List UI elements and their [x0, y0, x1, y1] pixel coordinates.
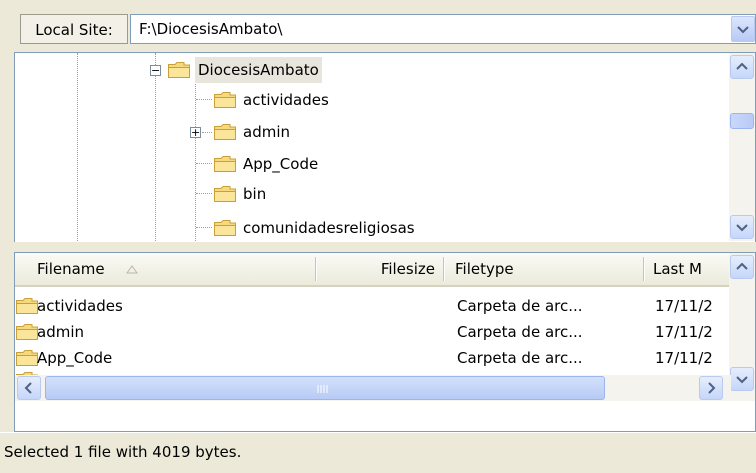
tree-scroll-thumb[interactable]	[730, 113, 754, 129]
local-site-bar: Local Site: F:\DiocesisAmbato\	[0, 0, 756, 52]
scroll-right-button[interactable]	[699, 376, 723, 400]
local-path-combobox[interactable]: F:\DiocesisAmbato\	[130, 14, 756, 44]
row-filetype: Carpeta de arc...	[457, 323, 583, 341]
row-filename: admin	[37, 323, 84, 341]
scroll-up-button[interactable]	[730, 255, 754, 279]
column-last-modified[interactable]: Last M	[653, 253, 731, 285]
tree-vertical-scrollbar[interactable]	[729, 53, 755, 241]
scroll-down-icon	[736, 376, 748, 384]
scroll-down-button[interactable]	[730, 367, 754, 391]
list-row[interactable]: admin Carpeta de arc... 17/11/2	[15, 319, 731, 345]
grip-icon	[317, 385, 328, 393]
folder-icon	[15, 297, 39, 315]
column-filename[interactable]: Filename	[37, 253, 139, 285]
dropdown-arrow-icon	[737, 26, 749, 34]
scroll-left-button[interactable]	[17, 376, 41, 400]
row-filename: App_Code	[37, 349, 113, 367]
pane-splitter[interactable]	[0, 242, 756, 252]
folder-icon	[213, 155, 237, 173]
file-list-header: Filename Filesize Filetype Last M	[15, 253, 755, 287]
collapse-icon[interactable]: −	[150, 65, 161, 76]
local-site-label: Local Site:	[20, 14, 128, 44]
row-last-modified: 17/11/2	[655, 297, 713, 315]
status-text: Selected 1 file with 4019 bytes.	[4, 443, 242, 461]
row-filetype: Carpeta de arc...	[457, 297, 583, 315]
local-folder-tree[interactable]: − DiocesisAmbato actividades + admin App…	[14, 52, 756, 242]
tree-item-label: bin	[243, 185, 267, 203]
local-path-value: F:\DiocesisAmbato\	[139, 20, 283, 38]
folder-icon	[15, 349, 39, 367]
folder-icon	[213, 123, 237, 141]
status-bar: Selected 1 file with 4019 bytes.	[0, 432, 756, 473]
list-row[interactable]: actividades Carpeta de arc... 17/11/2	[15, 293, 731, 319]
tree-item-app-code[interactable]: App_Code	[213, 151, 413, 177]
local-file-list[interactable]: Filename Filesize Filetype Last M activi…	[14, 252, 756, 432]
folder-icon	[213, 91, 237, 109]
tree-item-label: DiocesisAmbato	[195, 57, 322, 83]
scroll-right-icon	[708, 382, 716, 394]
column-label: Filename	[37, 260, 105, 278]
folder-icon	[167, 61, 191, 79]
column-label: Filetype	[455, 260, 514, 278]
scroll-up-icon	[736, 62, 748, 70]
row-last-modified: 17/11/2	[655, 323, 713, 341]
tree-item-label: admin	[243, 123, 290, 141]
list-vertical-scrollbar[interactable]	[729, 253, 755, 401]
tree-item-label: comunidadesreligiosas	[243, 219, 415, 237]
list-horizontal-scrollbar[interactable]	[15, 375, 731, 401]
folder-icon	[15, 323, 39, 341]
scroll-up-icon	[736, 262, 748, 270]
column-label: Filesize	[380, 260, 435, 278]
row-filename: actividades	[37, 297, 123, 315]
scroll-down-icon	[736, 224, 748, 232]
path-dropdown-button[interactable]	[731, 16, 755, 42]
scroll-down-button[interactable]	[730, 215, 754, 239]
scroll-left-icon	[24, 382, 32, 394]
row-filetype: Carpeta de arc...	[457, 349, 583, 367]
tree-item-admin[interactable]: + admin	[189, 119, 389, 145]
tree-item-label: actividades	[243, 91, 329, 109]
tree-item-label: App_Code	[243, 155, 319, 173]
expand-icon[interactable]: +	[190, 127, 201, 138]
tree-item-root[interactable]: − DiocesisAmbato	[145, 57, 385, 83]
tree-item-actividades[interactable]: actividades	[213, 87, 413, 113]
tree-item-comunidadesreligiosas[interactable]: comunidadesreligiosas	[213, 215, 513, 241]
folder-icon	[213, 219, 237, 237]
column-filetype[interactable]: Filetype	[455, 253, 514, 285]
horizontal-scroll-thumb[interactable]	[45, 376, 605, 400]
scroll-up-button[interactable]	[730, 55, 754, 79]
row-last-modified: 17/11/2	[655, 349, 713, 367]
sort-arrow-icon	[126, 265, 139, 274]
folder-icon	[213, 185, 237, 203]
column-filesize[interactable]: Filesize	[317, 253, 443, 285]
column-label: Last M	[653, 260, 702, 278]
list-row[interactable]: App_Code Carpeta de arc... 17/11/2	[15, 345, 731, 371]
tree-item-bin[interactable]: bin	[213, 181, 413, 207]
